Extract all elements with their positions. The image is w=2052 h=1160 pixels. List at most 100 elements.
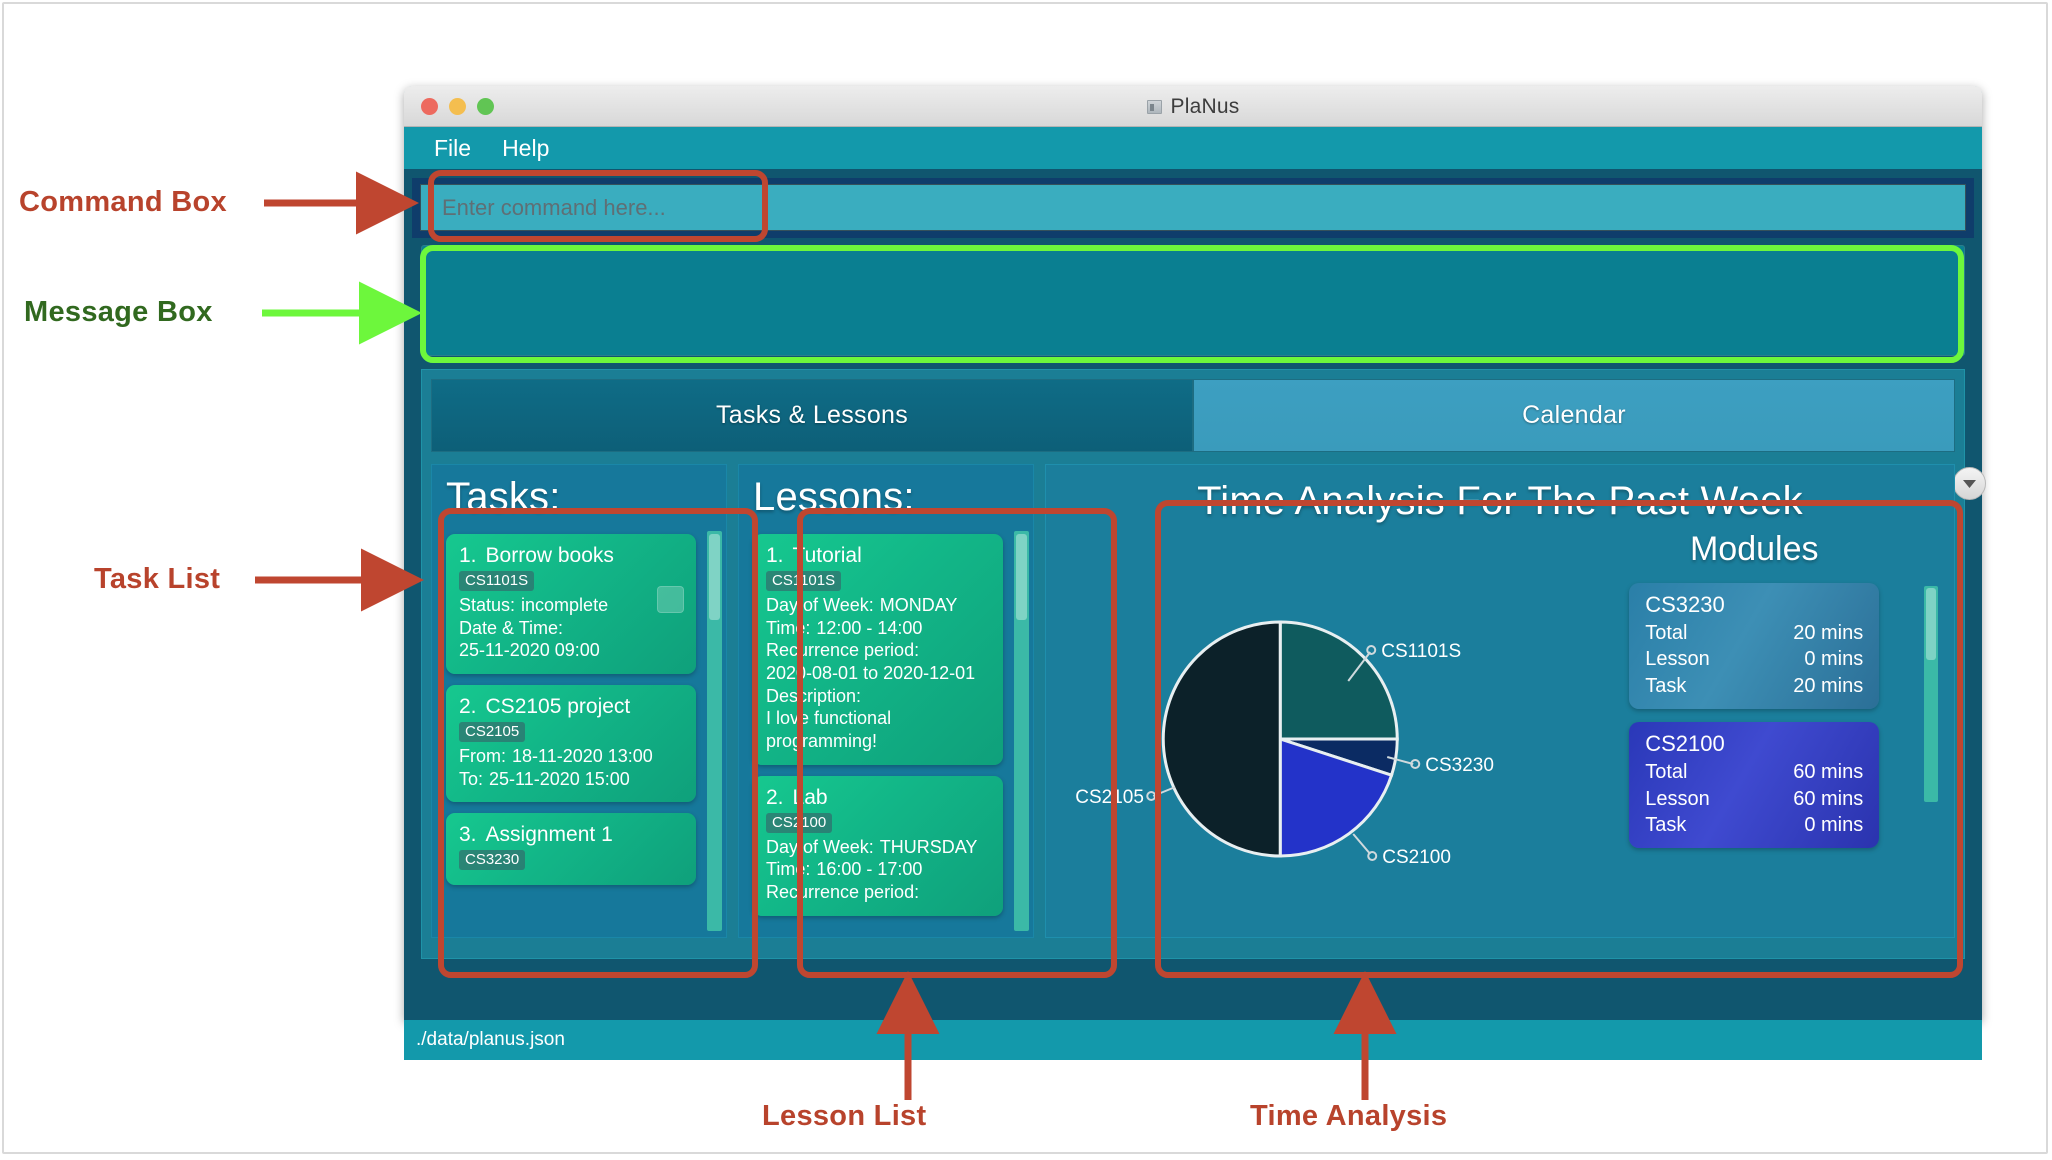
task-detail-value: 25-11-2020 15:00 — [489, 768, 630, 789]
task-list-scroll-thumb[interactable] — [709, 534, 720, 620]
task-detail-line: 25-11-2020 09:00 — [459, 640, 600, 661]
lesson-detail-line: Day of Week: THURSDAY — [766, 836, 990, 859]
menu-bar: File Help — [404, 127, 1982, 169]
lesson-card-title: 2. Lab — [766, 786, 990, 810]
task-card-title: 1. Borrow books — [459, 544, 683, 568]
window-titlebar: PlaNus — [404, 86, 1982, 127]
task-index: 3. — [459, 823, 477, 847]
chevron-down-icon[interactable] — [1953, 467, 1986, 500]
lesson-list-scroll-thumb[interactable] — [1016, 534, 1027, 620]
pie-slice-cs2105 — [1161, 620, 1282, 858]
window-title-group: PlaNus — [404, 86, 1982, 127]
task-detail-line: From: 18-11-2020 13:00 — [459, 745, 683, 768]
menu-item-help[interactable]: Help — [502, 135, 549, 162]
task-cards: 1. Borrow books CS1101S Status: incomplete… — [446, 534, 714, 886]
task-card[interactable]: 3. Assignment 1 CS3230 — [446, 813, 696, 886]
task-list-column: Tasks: 1. Borrow books CS1101S Status: inc… — [431, 464, 727, 938]
task-name: Assignment 1 — [485, 823, 613, 847]
lesson-card[interactable]: 1. Tutorial CS1101S Day of Week: MONDAY Ti… — [753, 534, 1003, 765]
message-box-container — [412, 238, 1974, 356]
maximize-button[interactable] — [477, 97, 494, 115]
lesson-module-chip: CS1101S — [766, 571, 842, 591]
pie-label-cs2105: CS2105 — [1075, 787, 1144, 808]
module-card-row-label: Lesson — [1645, 787, 1710, 810]
module-card-row-label: Total — [1645, 622, 1688, 644]
lesson-detail-label: Time: — [766, 859, 811, 880]
task-detail-value: incomplete — [521, 595, 609, 615]
pie-leader-cs2100 — [1352, 833, 1371, 855]
task-list-scrollbar[interactable] — [707, 531, 722, 931]
pie-leader-cs2105 — [1152, 786, 1176, 797]
app-window: PlaNus File Help Enter command here... T… — [404, 86, 1986, 1060]
task-module-chip: CS2105 — [459, 722, 526, 743]
pie-label-cs3230: CS3230 — [1425, 755, 1494, 776]
module-summary-card[interactable]: CS3230 Total 20 mins Lesson 0 mins Task … — [1629, 583, 1880, 710]
task-detail-line: Date & Time: — [459, 617, 564, 638]
message-box — [421, 245, 1965, 356]
lesson-detail-value: 16:00 - 17:00 — [816, 859, 923, 880]
task-detail-label: To: — [459, 768, 484, 789]
window-title: PlaNus — [1170, 94, 1240, 118]
close-button[interactable] — [421, 97, 438, 115]
modules-scrollbar[interactable] — [1924, 586, 1938, 802]
tab-calendar[interactable]: Calendar — [1193, 379, 1955, 452]
lesson-detail-value: 12:00 - 14:00 — [816, 617, 923, 638]
task-card[interactable]: 1. Borrow books CS1101S Status: incomplete… — [446, 534, 696, 675]
task-list-panel: Tasks: 1. Borrow books CS1101S Status: inc… — [431, 464, 727, 938]
annotation-label-command-box: Command Box — [19, 186, 227, 218]
task-complete-checkbox[interactable] — [657, 586, 684, 613]
window-controls[interactable] — [421, 97, 494, 115]
task-detail-line: To: 25-11-2020 15:00 — [459, 768, 683, 791]
lesson-detail-line: I love functional programming! — [766, 708, 892, 752]
task-detail-label: From: — [459, 746, 506, 767]
lesson-card[interactable]: 2. Lab CS2100 Day of Week: THURSDAY Time: 1… — [753, 775, 1003, 916]
status-bar: ./data/planus.json — [404, 1020, 1982, 1060]
command-input[interactable]: Enter command here... — [420, 184, 1966, 231]
pie-chart: CS1101S CS3230 CS2100 CS2105 — [1046, 524, 1554, 924]
lesson-detail-label: Time: — [766, 617, 811, 638]
task-module-chip: CS1101S — [459, 571, 535, 591]
module-card-row-value: 0 mins — [1804, 648, 1864, 671]
tab-tasks-and-lessons[interactable]: Tasks & Lessons — [431, 379, 1193, 452]
annotation-label-lesson-list: Lesson List — [762, 1100, 927, 1132]
task-card[interactable]: 2. CS2105 project CS2105 From: 18-11-2020 … — [446, 685, 696, 803]
pie-marker-cs1101s — [1366, 645, 1377, 655]
lesson-detail-line: Time: 16:00 - 17:00 — [766, 858, 990, 881]
lesson-list-scrollbar[interactable] — [1014, 531, 1029, 931]
menu-item-file[interactable]: File — [434, 135, 471, 162]
module-card-row: Task 20 mins — [1645, 673, 1863, 699]
lesson-name: Tutorial — [792, 544, 862, 567]
module-card-row: Total 20 mins — [1645, 620, 1863, 646]
lesson-index: 2. — [766, 785, 784, 809]
module-card-row: Lesson 60 mins — [1645, 786, 1863, 812]
lesson-detail-label: Day of Week: — [766, 836, 874, 857]
task-index: 1. — [459, 544, 477, 567]
pie-label-cs1101s: CS1101S — [1381, 641, 1461, 662]
pie-chart-svg: CS1101S CS3230 CS2100 CS2105 — [1075, 620, 1494, 868]
lesson-card-title: 1. Tutorial — [766, 544, 990, 568]
module-card-name: CS2100 — [1645, 731, 1725, 757]
time-analysis-body: CS1101S CS3230 CS2100 CS2105 Modules CS3… — [1046, 524, 1954, 924]
lesson-detail-value: MONDAY — [879, 595, 958, 615]
minimize-button[interactable] — [449, 97, 466, 115]
tab-bar: Tasks & Lessons Calendar — [431, 379, 1955, 452]
lesson-list-title: Lessons: — [753, 475, 915, 519]
lesson-detail-label: Day of Week: — [766, 595, 874, 615]
task-card-title: 3. Assignment 1 — [459, 823, 683, 847]
modules-area: Modules CS3230 Total 20 mins Lesson 0 mi… — [1554, 524, 1954, 924]
lesson-cards: 1. Tutorial CS1101S Day of Week: MONDAY Ti… — [753, 534, 1021, 916]
module-card-row-label: Lesson — [1645, 648, 1710, 671]
task-index: 2. — [459, 695, 477, 719]
modules-heading: Modules — [1689, 530, 1819, 568]
lesson-index: 1. — [766, 544, 784, 567]
pie-slice-cs1101s — [1278, 620, 1399, 741]
lesson-list-panel: Lessons: 1. Tutorial CS1101S Day of Week:… — [738, 464, 1034, 938]
module-card-row-label: Task — [1645, 674, 1687, 697]
app-icon — [1146, 99, 1162, 114]
lesson-detail-line: Recurrence period: — [766, 882, 920, 903]
time-analysis-column: Time Analysis For The Past Week CS1101S … — [1045, 464, 1955, 938]
module-summary-card[interactable]: CS2100 Total 60 mins Lesson 60 mins Task… — [1629, 722, 1880, 849]
screenshot-root: PlaNus File Help Enter command here... T… — [0, 0, 2052, 1160]
modules-scroll-thumb[interactable] — [1926, 588, 1936, 660]
task-detail-value: 18-11-2020 13:00 — [512, 746, 653, 767]
